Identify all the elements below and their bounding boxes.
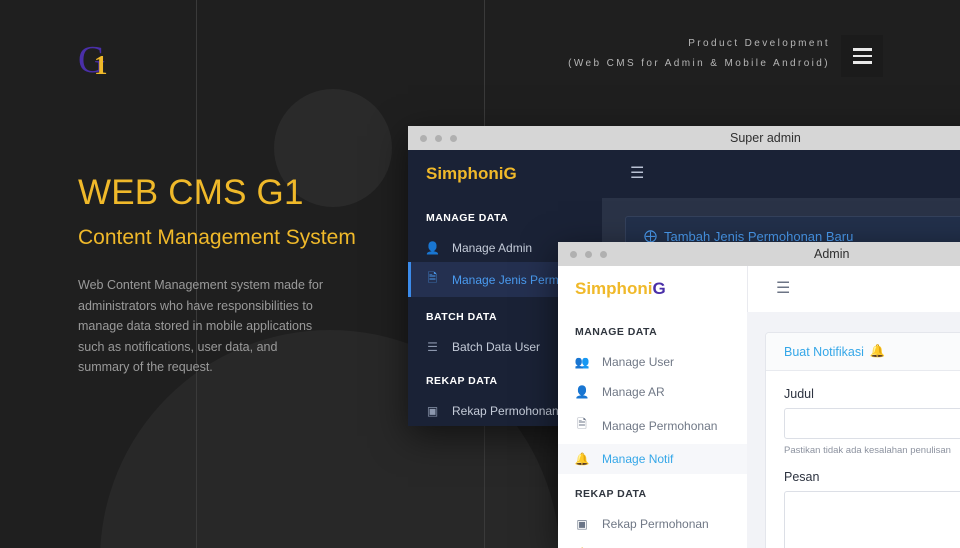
admin-topbar: ☰ xyxy=(747,266,960,312)
buat-notifikasi-card: Buat Notifikasi 🔔 Judul Pastikan tidak a… xyxy=(765,332,960,548)
sidebar-item-label: Manage Admin xyxy=(452,241,533,255)
judul-input[interactable] xyxy=(784,408,960,439)
sidebar-item-label: Manage User xyxy=(602,355,675,369)
hamburger-icon[interactable]: ☰ xyxy=(776,281,790,297)
header-line-1: Product Development xyxy=(688,38,830,49)
bell-icon: 🔔 xyxy=(869,344,886,358)
id-card-icon: ▣ xyxy=(426,404,439,418)
id-card-icon: ▣ xyxy=(576,517,588,531)
page-subtitle: Content Management System xyxy=(78,226,356,249)
document-icon: 🗎 xyxy=(427,271,438,285)
sidebar-admin: MANAGE DATA 👥 Manage User 👤 Manage AR 🗎 … xyxy=(558,312,747,548)
sidebar-item-label: Manage AR xyxy=(602,385,665,399)
sidebar-section-manage-data: MANAGE DATA xyxy=(426,212,509,224)
admin-content: Buat Notifikasi 🔔 Judul Pastikan tidak a… xyxy=(747,312,960,548)
brand-text-primary: Simphoni xyxy=(426,164,504,183)
brand-text-primary: Simphoni xyxy=(575,279,653,298)
admin-body: MANAGE DATA 👥 Manage User 👤 Manage AR 🗎 … xyxy=(558,312,960,548)
database-icon: ☰ xyxy=(427,340,438,354)
bell-icon: 🔔 xyxy=(574,452,590,466)
sidebar-item-manage-ar[interactable]: 👤 Manage AR xyxy=(558,377,747,407)
field-hint-judul: Pastikan tidak ada kesalahan penulisan xyxy=(784,445,951,456)
window-title: Super admin xyxy=(730,131,801,145)
brand-logo-super-admin[interactable]: Simphoni G xyxy=(408,150,602,198)
sidebar-item-label: Manage Notif xyxy=(602,452,674,466)
sidebar-item-manage-user[interactable]: 👥 Manage User xyxy=(558,347,747,377)
sidebar-item-label: Rekap Permohonan xyxy=(452,404,559,418)
titlebar-admin[interactable]: Admin xyxy=(558,242,960,266)
page-title: WEB CMS G1 xyxy=(78,173,304,212)
sidebar-item-manage-notif[interactable]: 🔔 Manage Notif xyxy=(558,444,747,474)
hamburger-icon[interactable] xyxy=(841,35,883,77)
header-line-2: (Web CMS for Admin & Mobile Android) xyxy=(568,58,830,69)
brand-text-secondary: G xyxy=(652,279,666,298)
page-description: Web Content Management system made for a… xyxy=(78,278,324,374)
sidebar-section-manage-data: MANAGE DATA xyxy=(575,326,658,338)
card-header: Buat Notifikasi 🔔 xyxy=(766,333,960,371)
page-root: G 1 WEB CMS G1 Content Management System… xyxy=(0,0,960,548)
pesan-textarea[interactable] xyxy=(784,491,960,548)
brand-text-secondary: G xyxy=(503,164,517,183)
field-label-pesan: Pesan xyxy=(784,470,820,484)
sidebar-item-rekap-notifikasi[interactable]: 🔔 Rekap Notifikasi xyxy=(558,539,747,548)
window-admin[interactable]: Admin Simphoni G ☰ MANAGE DATA 👥 Manage U… xyxy=(558,242,960,548)
users-icon: 👥 xyxy=(574,355,590,369)
document-icon: 🗎 xyxy=(577,417,587,431)
titlebar-super-admin[interactable]: Super admin xyxy=(408,126,960,150)
sidebar-item-label: Rekap Permohonan xyxy=(602,517,709,531)
field-label-judul: Judul xyxy=(784,387,814,401)
user-icon: 👤 xyxy=(425,241,440,255)
window-title: Admin xyxy=(814,247,850,261)
admin-topstrip: Simphoni G ☰ xyxy=(558,266,960,312)
g1-logo-icon: G 1 xyxy=(78,38,124,84)
brand-logo-admin[interactable]: Simphoni G xyxy=(558,266,747,312)
sidebar-item-label: Manage Permohonan xyxy=(602,418,718,433)
user-icon: 👤 xyxy=(574,385,590,399)
hamburger-icon[interactable]: ☰ xyxy=(630,166,644,182)
decorative-vertical-line-left xyxy=(196,0,197,548)
card-body: Judul Pastikan tidak ada kesalahan penul… xyxy=(766,371,960,548)
sidebar-item-rekap-permohonan[interactable]: ▣ Rekap Permohonan xyxy=(558,509,747,539)
sidebar-section-rekap-data: REKAP DATA xyxy=(575,488,647,500)
super-admin-topbar: ☰ xyxy=(602,150,960,198)
sidebar-item-label: Batch Data User xyxy=(452,340,541,354)
svg-text:1: 1 xyxy=(94,50,108,80)
sidebar-item-manage-permohonan[interactable]: 🗎 Manage Permohonan xyxy=(558,407,747,444)
super-admin-topstrip: Simphoni G ☰ xyxy=(408,150,960,198)
card-header-label: Buat Notifikasi xyxy=(784,344,864,359)
